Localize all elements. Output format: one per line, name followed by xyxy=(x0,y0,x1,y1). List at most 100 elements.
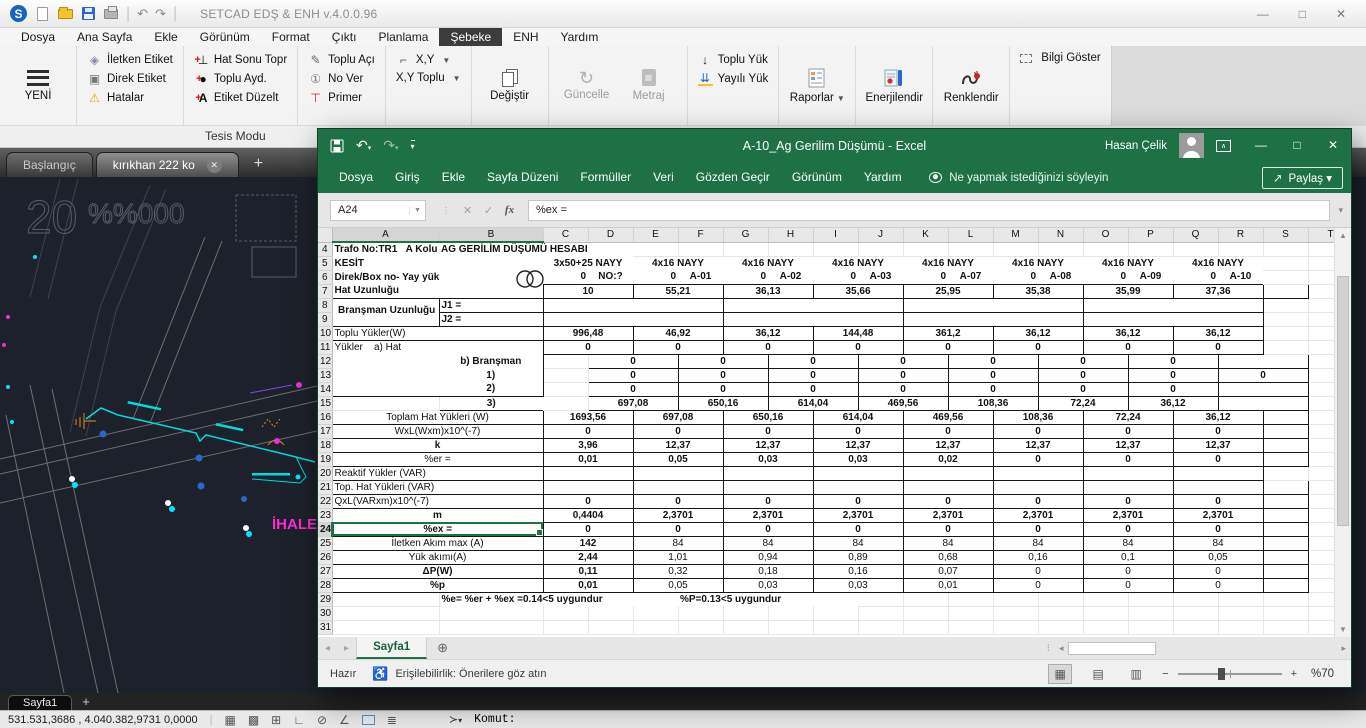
row-header-20[interactable]: 20 xyxy=(318,466,333,481)
menu-item-Ana Sayfa[interactable]: Ana Sayfa xyxy=(66,28,143,46)
row-header-7[interactable]: 7 xyxy=(318,284,333,299)
cell[interactable]: 25,95 xyxy=(902,283,994,299)
row-header-11[interactable]: 11 xyxy=(318,340,333,355)
cell[interactable] xyxy=(1128,242,1174,257)
cell[interactable]: Reaktif Yükler (VAR) xyxy=(331,465,544,481)
select-all-corner[interactable] xyxy=(318,228,333,243)
cell[interactable]: A-02 xyxy=(768,270,813,284)
primer-button[interactable]: ⊤ Primer xyxy=(305,91,378,105)
row-header-6[interactable]: 6 xyxy=(318,270,333,285)
cell[interactable]: 0,05 xyxy=(632,451,724,467)
cell[interactable]: 36,12 xyxy=(1082,325,1174,341)
raporlar-button[interactable]: Raporlar ▼ xyxy=(786,49,848,122)
redo-icon[interactable]: ↷▾ xyxy=(383,137,398,154)
cell[interactable]: 0,68 xyxy=(902,549,994,565)
cell[interactable]: 0 xyxy=(1173,270,1218,284)
row-header-14[interactable]: 14 xyxy=(318,382,333,397)
cell[interactable]: 12,37 xyxy=(632,437,724,453)
cell[interactable]: Toplu Yükler(W) xyxy=(331,325,544,341)
cell[interactable] xyxy=(543,368,589,383)
cell[interactable]: 0 xyxy=(992,493,1084,509)
cell[interactable] xyxy=(768,242,814,257)
cell[interactable]: 0,01 xyxy=(542,451,634,467)
cell[interactable] xyxy=(722,465,814,481)
cell[interactable]: 0 xyxy=(767,353,859,369)
cell[interactable] xyxy=(632,479,724,495)
cell[interactable]: 469,56 xyxy=(857,395,949,411)
next-sheet-icon[interactable]: ▸ xyxy=(337,643,356,654)
cell[interactable] xyxy=(858,620,904,635)
cell[interactable] xyxy=(1262,409,1309,425)
cell[interactable]: 0 xyxy=(992,451,1084,467)
cell[interactable]: 0 xyxy=(857,353,949,369)
cell[interactable] xyxy=(542,465,634,481)
cell[interactable]: 12,37 xyxy=(992,437,1084,453)
cell[interactable] xyxy=(1173,620,1219,635)
cell[interactable]: 2,44 xyxy=(542,549,634,565)
excel-tab-Gözden Geçir[interactable]: Gözden Geçir xyxy=(685,162,781,193)
cell[interactable]: 614,04 xyxy=(812,409,904,425)
layout-tab-sayfa1[interactable]: Sayfa1 xyxy=(8,695,73,710)
new-tab-button[interactable]: + xyxy=(242,155,275,177)
cell[interactable] xyxy=(1083,620,1129,635)
cell[interactable]: 4x16 NAYY xyxy=(633,256,723,270)
cell[interactable]: Yükler a) Hat xyxy=(331,339,544,354)
cell[interactable]: %er = xyxy=(331,451,544,467)
row-header-27[interactable]: 27 xyxy=(318,564,333,579)
yeni-button[interactable]: YENİ xyxy=(7,49,69,122)
zoom-slider[interactable] xyxy=(1177,667,1282,680)
row-header-12[interactable]: 12 xyxy=(318,354,333,369)
ribbon-display-icon[interactable]: ∧ xyxy=(1216,139,1231,152)
cell[interactable]: A-01 xyxy=(678,270,723,284)
cell[interactable] xyxy=(1172,465,1264,481)
menu-item-Görünüm[interactable]: Görünüm xyxy=(189,28,261,46)
cell[interactable]: QxL(VARxm)x10^(-7) xyxy=(331,493,544,509)
cell[interactable]: 1) xyxy=(439,368,544,382)
cell[interactable] xyxy=(1263,326,1309,341)
cell[interactable] xyxy=(1128,592,1174,607)
cell[interactable] xyxy=(813,242,859,257)
cell[interactable] xyxy=(1083,592,1129,607)
row-header-31[interactable]: 31 xyxy=(318,620,333,635)
row-header-9[interactable]: 9 xyxy=(318,312,333,327)
cell[interactable]: 10 xyxy=(542,283,634,299)
cell[interactable]: 0 xyxy=(813,270,858,284)
excel-tab-Formüller[interactable]: Formüller xyxy=(569,162,642,193)
cell[interactable]: 36,12 xyxy=(1172,325,1264,341)
cell[interactable]: 0 xyxy=(1082,339,1174,355)
cell[interactable]: 0 xyxy=(632,493,724,509)
cell[interactable] xyxy=(1218,592,1264,607)
cell[interactable]: 0 xyxy=(543,270,588,284)
cell[interactable] xyxy=(1262,507,1309,523)
cell[interactable]: 0 xyxy=(947,353,1039,369)
cell[interactable]: 35,38 xyxy=(992,283,1084,299)
row-header-23[interactable]: 23 xyxy=(318,508,333,523)
expand-formula-icon[interactable]: ▾ xyxy=(1338,205,1343,216)
accessibility-checker[interactable]: ♿ Erişilebilirlik: Önerilere göz atın xyxy=(372,666,546,682)
cell[interactable]: 0 xyxy=(1172,577,1264,593)
cell[interactable] xyxy=(903,242,949,257)
col-header-H[interactable]: H xyxy=(768,228,814,243)
col-header-A[interactable]: A xyxy=(332,228,440,243)
cell[interactable] xyxy=(439,620,544,635)
cell[interactable] xyxy=(902,297,1084,313)
cell[interactable] xyxy=(1082,479,1174,495)
normal-view-icon[interactable]: ▦ xyxy=(1048,663,1073,684)
cell[interactable]: 0 xyxy=(992,423,1084,439)
cell[interactable]: 0,02 xyxy=(902,451,994,467)
cell[interactable]: Trafo No:TR1 A Kolu xyxy=(332,242,439,256)
cell[interactable]: 0 xyxy=(993,270,1038,284)
cell[interactable]: 650,16 xyxy=(677,395,769,411)
cell[interactable]: 0 xyxy=(542,521,634,537)
cell[interactable] xyxy=(1038,242,1084,257)
cell[interactable]: 36,12 xyxy=(992,325,1084,341)
cell[interactable] xyxy=(858,242,904,257)
cell[interactable]: A-07 xyxy=(948,270,993,284)
hat-sonu-topr-button[interactable]: + ⊥ Hat Sonu Topr xyxy=(191,53,290,67)
new-file-icon[interactable] xyxy=(34,6,50,22)
scroll-up-icon[interactable]: ▲ xyxy=(1335,228,1351,243)
zoom-in-icon[interactable]: + xyxy=(1291,668,1297,680)
cell[interactable]: 4x16 NAYY xyxy=(1173,256,1263,270)
row-header-4[interactable]: 4 xyxy=(318,242,333,257)
cell[interactable] xyxy=(1128,606,1174,621)
